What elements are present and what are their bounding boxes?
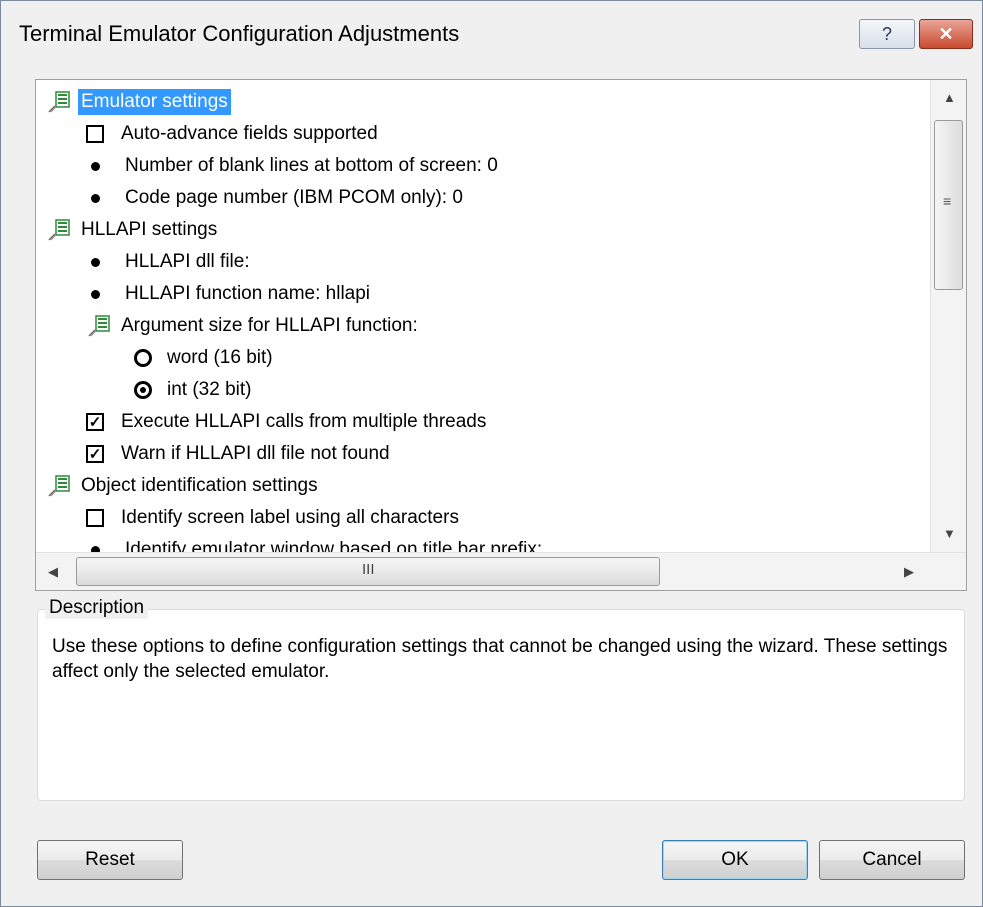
dialog-window: Terminal Emulator Configuration Adjustme… [0, 0, 983, 907]
tree-category[interactable]: Object identification settings [46, 470, 321, 502]
description-group: Use these options to define configuratio… [37, 609, 965, 801]
settings-group-icon [46, 473, 72, 499]
tree-item-label: Identify emulator window based on title … [125, 539, 543, 552]
tree-item[interactable]: word (16 bit) [134, 342, 276, 374]
grip-icon: III [362, 561, 375, 578]
tree-item-label: int (32 bit) [167, 379, 252, 400]
tree-item-label: word (16 bit) [167, 347, 273, 368]
tree-item-label: Emulator settings [78, 89, 231, 115]
cancel-button[interactable]: Cancel [819, 840, 965, 880]
reset-button[interactable]: Reset [37, 840, 183, 880]
tree-item-label: Execute HLLAPI calls from multiple threa… [121, 411, 487, 432]
tree-category[interactable]: Emulator settings [46, 86, 231, 118]
tree-item-label: HLLAPI function name: hllapi [125, 283, 371, 304]
grip-icon: ≡ [943, 193, 952, 209]
horizontal-scrollbar[interactable]: ◀ III ▶ [36, 552, 966, 590]
scroll-right-icon[interactable]: ▶ [904, 564, 914, 580]
tree-item[interactable]: Argument size for HLLAPI function: [86, 310, 421, 342]
horizontal-scroll-thumb[interactable]: III [76, 557, 660, 586]
close-button[interactable]: ✕ [919, 19, 973, 49]
tree-category[interactable]: HLLAPI settings [46, 214, 220, 246]
tree-item-label: HLLAPI settings [81, 219, 218, 240]
tree-item-label: Identify screen label using all characte… [121, 507, 459, 528]
description-legend: Description [45, 597, 149, 619]
bullet-icon [91, 289, 100, 299]
scroll-down-icon[interactable]: ▼ [943, 526, 956, 541]
title-bar: Terminal Emulator Configuration Adjustme… [1, 1, 982, 73]
tree-item-label: HLLAPI dll file: [125, 251, 250, 272]
help-icon: ? [881, 23, 892, 44]
vertical-scrollbar[interactable]: ▲ ≡ ▼ [930, 80, 966, 552]
scroll-up-icon[interactable]: ▲ [943, 90, 956, 105]
tree-item-label: Code page number (IBM PCOM only): 0 [125, 187, 463, 208]
radio-unselected[interactable] [134, 349, 152, 367]
description-text: Use these options to define configuratio… [52, 636, 948, 682]
checkbox-unchecked[interactable] [86, 509, 104, 527]
bullet-icon [91, 257, 100, 267]
bullet-icon [91, 193, 100, 203]
tree-item[interactable]: Number of blank lines at bottom of scree… [86, 150, 501, 182]
tree-item-label: Auto-advance fields supported [121, 123, 378, 144]
window-title: Terminal Emulator Configuration Adjustme… [19, 21, 460, 46]
tree-item-label: Warn if HLLAPI dll file not found [121, 443, 390, 464]
bullet-icon [91, 161, 100, 171]
tree-item[interactable]: int (32 bit) [134, 374, 254, 406]
settings-group-icon [46, 89, 72, 115]
scroll-left-icon[interactable]: ◀ [48, 564, 58, 580]
tree-item[interactable]: Identify screen label using all characte… [86, 502, 462, 534]
help-button[interactable]: ? [859, 19, 915, 49]
tree-item-label: Argument size for HLLAPI function: [121, 315, 418, 336]
radio-selected[interactable] [134, 381, 152, 399]
tree-item-label: Number of blank lines at bottom of scree… [125, 155, 498, 176]
tree-item[interactable]: HLLAPI function name: hllapi [86, 278, 373, 310]
tree-item[interactable]: Identify emulator window based on title … [86, 534, 545, 552]
vertical-scroll-thumb[interactable]: ≡ [934, 120, 963, 290]
tree-item[interactable]: HLLAPI dll file: [86, 246, 253, 278]
tree-item[interactable]: ✓ Warn if HLLAPI dll file not found [86, 438, 393, 470]
ok-button[interactable]: OK [662, 840, 808, 880]
tree-item[interactable]: ✓ Execute HLLAPI calls from multiple thre… [86, 406, 489, 438]
close-icon: ✕ [938, 23, 954, 44]
settings-group-icon [86, 313, 112, 339]
checkbox-checked[interactable]: ✓ [86, 413, 104, 431]
tree-item[interactable]: Auto-advance fields supported [86, 118, 381, 150]
tree-item-label: Object identification settings [81, 475, 318, 496]
settings-tree: Emulator settings Auto-advance fields sup… [36, 80, 930, 552]
tree-item[interactable]: Code page number (IBM PCOM only): 0 [86, 182, 466, 214]
checkbox-checked[interactable]: ✓ [86, 445, 104, 463]
settings-tree-panel: Emulator settings Auto-advance fields sup… [35, 79, 967, 591]
checkbox-unchecked[interactable] [86, 125, 104, 143]
settings-group-icon [46, 217, 72, 243]
